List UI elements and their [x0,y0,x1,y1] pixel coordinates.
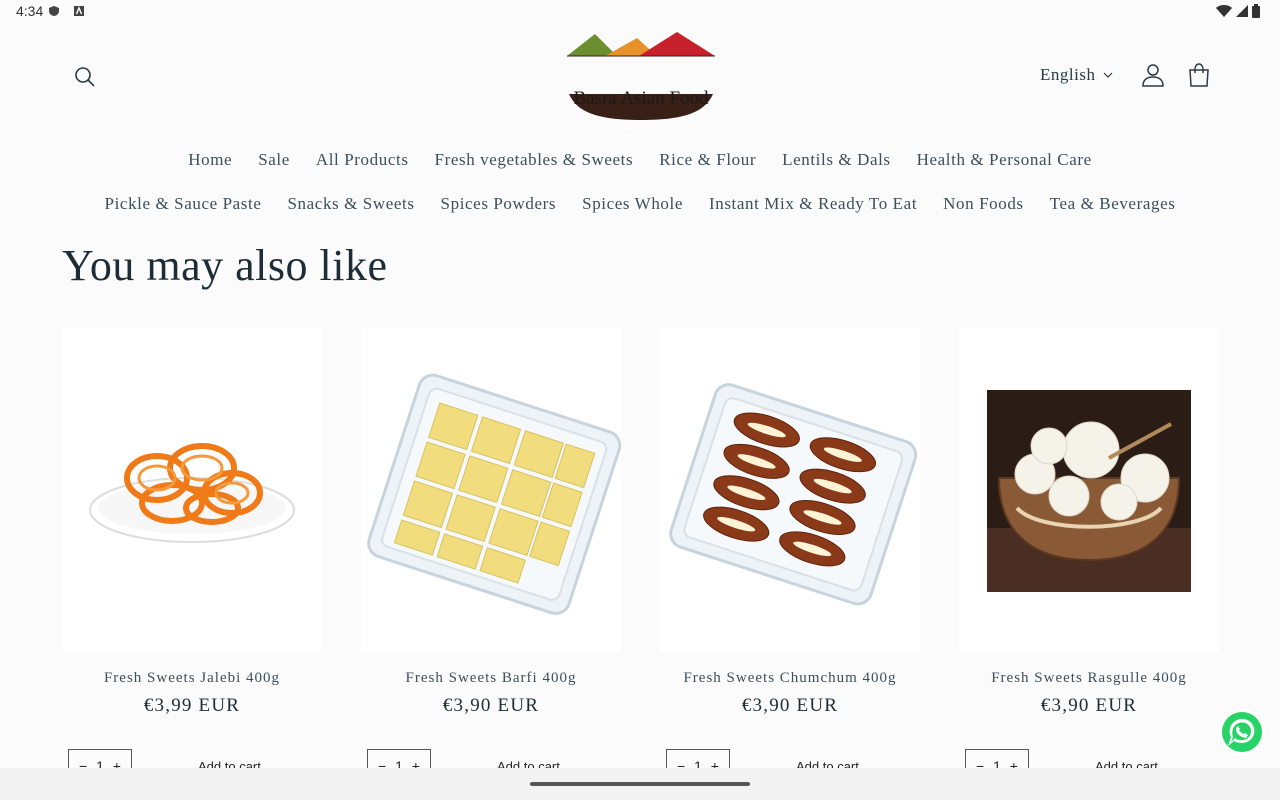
product-grid: Fresh Sweets Jalebi 400g €3,99 EUR − 1 +… [62,328,1219,789]
signal-icon [1236,5,1248,17]
nav-item-fresh-vegetables[interactable]: Fresh vegetables & Sweets [435,150,634,170]
nav-item-all-products[interactable]: All Products [316,150,409,170]
home-indicator[interactable] [530,782,750,786]
chevron-down-icon [1104,72,1113,78]
nav-item-pickle-sauce[interactable]: Pickle & Sauce Paste [105,194,262,214]
product-title[interactable]: Fresh Sweets Jalebi 400g [62,670,322,687]
nav-item-instant-mix[interactable]: Instant Mix & Ready To Eat [709,194,917,214]
product-image-rasgulle[interactable] [959,328,1219,652]
nav-item-health-personal-care[interactable]: Health & Personal Care [917,150,1092,170]
logo-brand-text: Basra Asian Food [573,88,709,109]
language-label: English [1040,65,1096,84]
product-image-jalebi[interactable] [62,328,322,652]
nav-row-1: Home Sale All Products Fresh vegetables … [0,138,1280,182]
product-card: Fresh Sweets Barfi 400g €3,90 EUR − 1 + … [361,328,621,789]
battery-icon [1252,4,1260,18]
nav-item-spices-powders[interactable]: Spices Powders [441,194,557,214]
main-nav: Home Sale All Products Fresh vegetables … [0,138,1280,226]
nav-item-home[interactable]: Home [188,150,232,170]
site-header: Basra Asian Food Since 2001 English [0,24,1280,134]
language-selector[interactable]: English [1040,65,1113,85]
nav-item-spices-whole[interactable]: Spices Whole [582,194,683,214]
product-price: €3,99 EUR [143,695,241,716]
product-price: €3,90 EUR [741,695,839,716]
cart-icon[interactable] [1186,62,1212,88]
product-card: Fresh Sweets Rasgulle 400g €3,90 EUR − 1… [959,328,1219,789]
nav-item-snacks-sweets[interactable]: Snacks & Sweets [288,194,415,214]
nav-item-tea-beverages[interactable]: Tea & Beverages [1050,194,1176,214]
nav-item-lentils-dals[interactable]: Lentils & Dals [782,150,891,170]
nav-item-non-foods[interactable]: Non Foods [943,194,1024,214]
product-title[interactable]: Fresh Sweets Chumchum 400g [660,670,920,687]
product-card: Fresh Sweets Jalebi 400g €3,99 EUR − 1 +… [62,328,322,789]
status-bar: 4:34 [0,0,1280,24]
app-a-icon [74,6,84,16]
nav-item-sale[interactable]: Sale [258,150,290,170]
product-card: Fresh Sweets Chumchum 400g €3,90 EUR − 1… [660,328,920,789]
user-icon[interactable] [1140,62,1166,88]
product-price: €3,90 EUR [442,695,540,716]
product-image-chumchum[interactable] [660,328,920,652]
product-image-barfi[interactable] [361,328,621,652]
section-title: You may also like [62,241,388,290]
search-icon[interactable] [70,62,100,92]
product-title[interactable]: Fresh Sweets Rasgulle 400g [959,670,1219,687]
nav-row-2: Pickle & Sauce Paste Snacks & Sweets Spi… [0,182,1280,226]
status-time: 4:34 [16,3,44,19]
product-price: €3,90 EUR [1040,695,1138,716]
product-title[interactable]: Fresh Sweets Barfi 400g [361,670,621,687]
wifi-icon [1216,5,1232,17]
shield-icon [49,6,59,16]
nav-item-rice-flour[interactable]: Rice & Flour [659,150,756,170]
logo-tagline: Since 2001 [615,123,667,133]
whatsapp-icon[interactable] [1218,708,1266,756]
